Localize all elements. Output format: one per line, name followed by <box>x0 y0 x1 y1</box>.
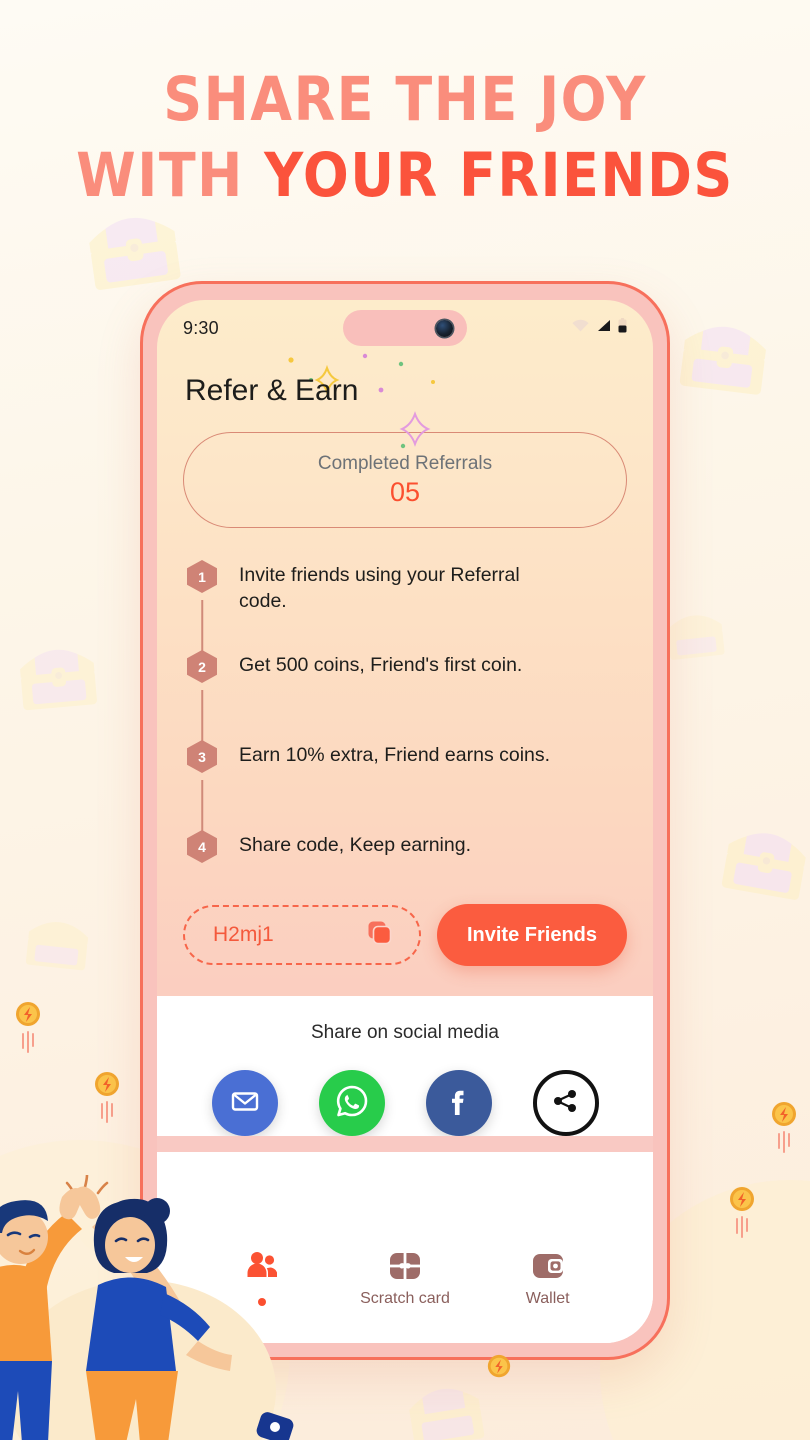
signal-icon <box>596 319 611 337</box>
coin-icon <box>770 1100 798 1156</box>
headline-line-2: with Your Friends <box>0 144 810 208</box>
front-camera-icon <box>436 319 453 337</box>
nav-active-indicator <box>258 1298 267 1306</box>
step-connector-line <box>201 780 203 836</box>
how-it-works-steps: 1 Invite friends using your Referral cod… <box>187 560 625 878</box>
bottom-navigation: Scratch card Wallet <box>157 1237 653 1343</box>
page-headline: Share the Joy with Your Friends <box>0 64 810 207</box>
page-background: Share the Joy with Your Friends 9:30 <box>0 0 810 1440</box>
step-number-badge: 3 <box>187 740 217 773</box>
wifi-icon <box>572 319 589 337</box>
copy-icon[interactable] <box>367 920 393 951</box>
headline-line-2-strong: Your Friends <box>264 140 734 211</box>
step-marker: 1 <box>187 560 217 656</box>
headline-line-2-soft: with <box>76 140 265 211</box>
coin-icon <box>93 1070 121 1126</box>
battery-icon <box>618 318 627 338</box>
step-marker: 2 <box>187 650 217 746</box>
step-number-badge: 4 <box>187 830 217 863</box>
page-title: Refer & Earn <box>185 374 359 407</box>
step-item: 3 Earn 10% extra, Friend earns coins. <box>187 740 625 836</box>
completed-referrals-value: 05 <box>389 476 421 507</box>
referral-action-row: H2mj1 Invite Friends <box>183 904 627 966</box>
status-bar-time: 9:30 <box>183 317 219 338</box>
people-icon <box>245 1251 279 1284</box>
gift-icon <box>388 1251 422 1286</box>
treasure-chest-icon <box>17 901 100 979</box>
completed-referrals-label: Completed Referrals <box>317 452 493 474</box>
nav-divider <box>157 1136 653 1152</box>
share-facebook-button[interactable] <box>425 1070 492 1136</box>
referral-code-value: H2mj1 <box>213 923 274 946</box>
share-whatsapp-button[interactable] <box>318 1070 385 1136</box>
treasure-chest-icon <box>667 299 783 406</box>
coin-icon <box>14 1000 42 1056</box>
treasure-chest-icon <box>394 1363 496 1440</box>
step-item: 2 Get 500 coins, Friend's first coin. <box>187 650 625 746</box>
share-more-button[interactable] <box>532 1070 599 1136</box>
phone-screen: 9:30 Refer & Earn Completed Referrals 05… <box>157 300 653 1343</box>
whatsapp-icon <box>333 1082 371 1125</box>
step-number-badge: 2 <box>187 650 217 683</box>
nav-item-wallet-label: Wallet <box>525 1290 570 1307</box>
step-connector-line <box>201 600 203 656</box>
step-marker: 4 <box>187 830 217 878</box>
nav-item-scratch-card-label: Scratch card <box>360 1290 450 1307</box>
email-icon <box>229 1085 261 1122</box>
treasure-chest-icon <box>709 804 810 912</box>
facebook-icon <box>441 1083 477 1124</box>
social-share-sheet: Share on social media Scratch card Walle… <box>157 996 653 1343</box>
step-connector-line <box>201 690 203 746</box>
nav-item-friends[interactable] <box>191 1251 334 1306</box>
status-bar-indicators <box>572 318 627 338</box>
wallet-icon <box>531 1251 565 1286</box>
headline-line-1: Share the Joy <box>163 64 647 135</box>
treasure-chest-icon <box>6 626 108 720</box>
completed-referrals-card: Completed Referrals 05 <box>183 432 627 528</box>
nav-item-wallet[interactable]: Wallet <box>476 1251 619 1308</box>
step-item: 1 Invite friends using your Referral cod… <box>187 560 625 656</box>
social-share-row <box>157 1044 653 1136</box>
status-bar: 9:30 <box>157 300 653 356</box>
share-icon <box>549 1084 583 1123</box>
share-email-button[interactable] <box>211 1070 278 1136</box>
step-text: Share code, Keep earning. <box>239 834 472 856</box>
nav-item-scratch-card[interactable]: Scratch card <box>334 1251 477 1308</box>
step-text: Invite friends using your Referral code. <box>239 564 520 612</box>
referral-code-box[interactable]: H2mj1 <box>183 905 421 965</box>
dynamic-island <box>343 310 467 346</box>
invite-friends-button[interactable]: Invite Friends <box>436 904 627 966</box>
social-share-title: Share on social media <box>311 1022 499 1043</box>
step-text: Earn 10% extra, Friend earns coins. <box>239 744 551 766</box>
step-item: 4 Share code, Keep earning. <box>187 830 625 878</box>
step-text: Get 500 coins, Friend's first coin. <box>239 654 523 676</box>
step-number-badge: 1 <box>187 560 217 593</box>
step-marker: 3 <box>187 740 217 836</box>
phone-mockup: 9:30 Refer & Earn Completed Referrals 05… <box>140 281 670 1360</box>
